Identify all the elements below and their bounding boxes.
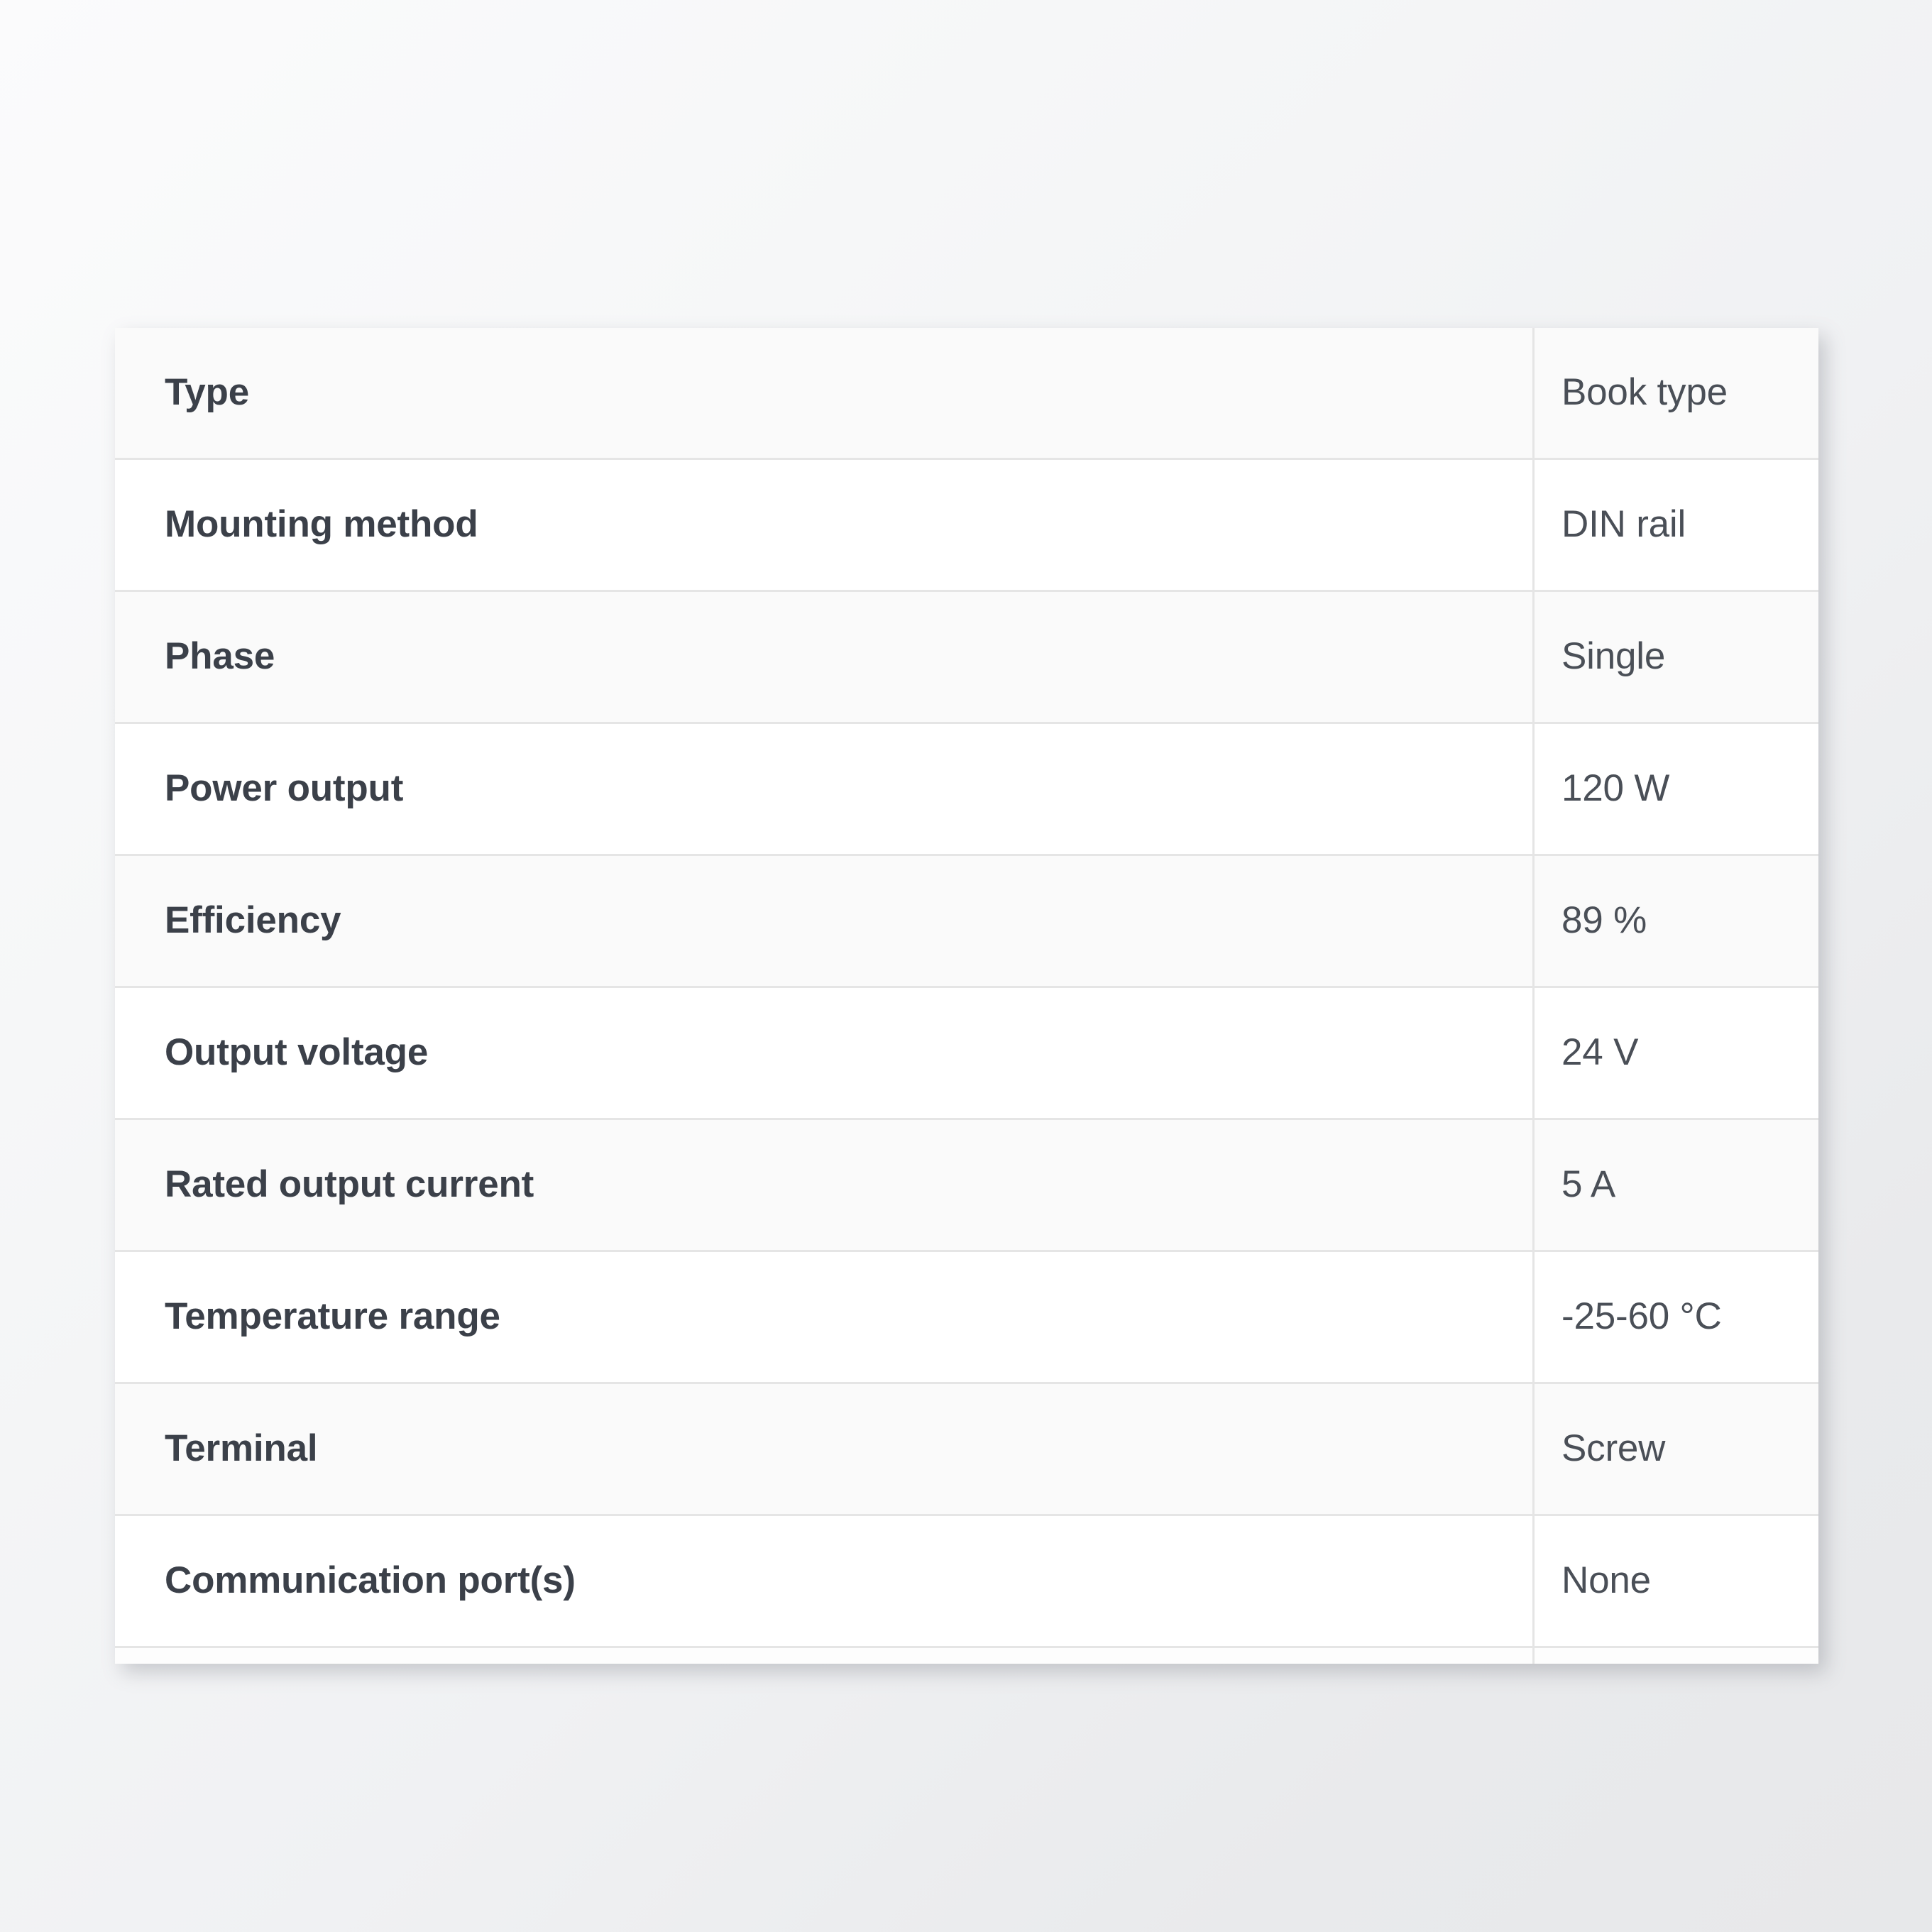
spec-label: Mounting method (115, 459, 1534, 592)
table-row: Phase Single (115, 591, 1818, 724)
table-tail-left (115, 1647, 1534, 1664)
spec-value: 120 W (1532, 723, 1818, 856)
table-row: Efficiency 89 % (115, 855, 1818, 988)
table-row: Power output 120 W (115, 723, 1818, 856)
table-row: Type Book type (115, 328, 1818, 460)
table-tail-right (1532, 1647, 1818, 1664)
spec-label: Communication port(s) (115, 1515, 1534, 1648)
spec-label: Rated output current (115, 1119, 1534, 1252)
spec-value: 24 V (1532, 987, 1818, 1120)
spec-value: DIN rail (1532, 459, 1818, 592)
table-row-tail (115, 1647, 1818, 1664)
spec-label: Power output (115, 723, 1534, 856)
page-stage: Type Book type Mounting method DIN rail … (0, 0, 1932, 1932)
spec-value: Book type (1532, 328, 1818, 460)
spec-label: Terminal (115, 1383, 1534, 1516)
table-row: Terminal Screw (115, 1383, 1818, 1516)
spec-label: Temperature range (115, 1251, 1534, 1384)
spec-value: 89 % (1532, 855, 1818, 988)
spec-value: 5 A (1532, 1119, 1818, 1252)
spec-value: -25-60 °C (1532, 1251, 1818, 1384)
table-row: Communication port(s) None (115, 1515, 1818, 1648)
spec-label: Type (115, 328, 1534, 460)
specification-table-body: Type Book type Mounting method DIN rail … (115, 328, 1818, 1664)
table-row: Temperature range -25-60 °C (115, 1251, 1818, 1384)
table-row: Mounting method DIN rail (115, 459, 1818, 592)
specification-table: Type Book type Mounting method DIN rail … (115, 328, 1818, 1664)
spec-label: Output voltage (115, 987, 1534, 1120)
spec-value: Screw (1532, 1383, 1818, 1516)
spec-label: Efficiency (115, 855, 1534, 988)
table-row: Output voltage 24 V (115, 987, 1818, 1120)
spec-label: Phase (115, 591, 1534, 724)
spec-value: None (1532, 1515, 1818, 1648)
spec-value: Single (1532, 591, 1818, 724)
specification-card: Type Book type Mounting method DIN rail … (115, 328, 1818, 1664)
table-row: Rated output current 5 A (115, 1119, 1818, 1252)
